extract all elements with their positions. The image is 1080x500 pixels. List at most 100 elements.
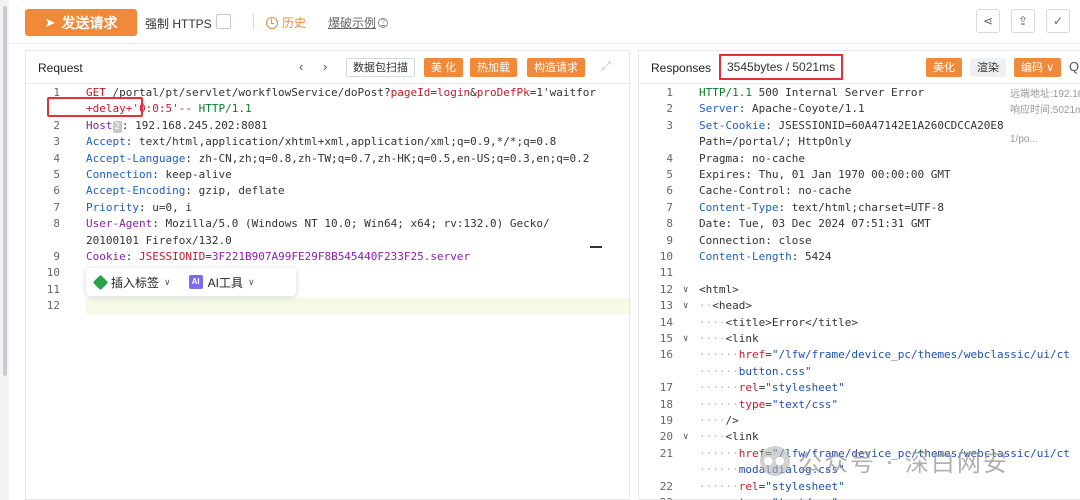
watermark: ●● 公众号 · 深白网安 (760, 443, 1009, 478)
code-token: Path=/portal/; HttpOnly (699, 135, 852, 149)
code-text: ····<link (699, 331, 759, 347)
response-beautify-button[interactable]: 美化 (926, 58, 962, 77)
line-number: 7 (53, 200, 60, 214)
line-number: 5 (666, 168, 673, 181)
code-line: 12 (26, 298, 629, 314)
check-icon[interactable]: ✓ (1046, 9, 1070, 33)
response-editor[interactable]: 1 HTTP/1.1 500 Internal Server Error 2 Serv… (639, 85, 1080, 500)
line-number: 12 (46, 299, 60, 313)
code-line: 22 ······rel="stylesheet" (639, 479, 1080, 495)
code-text: Expires: Thu, 01 Jan 1970 00:00:00 GMT (699, 167, 951, 183)
line-number: 13 (659, 299, 673, 313)
left-scrollbar[interactable] (0, 0, 9, 500)
code-text: Accept-Language: zh-CN,zh;q=0.8,zh-TW;q=… (86, 151, 589, 167)
code-text: ······rel="stylesheet" (699, 479, 845, 495)
code-token: Content-Type (699, 200, 779, 214)
send-request-button[interactable]: ➤ 发送请求 (25, 9, 137, 36)
code-line: 3 Accept: text/html,application/xhtml+xml… (26, 134, 629, 150)
line-number: 11 (659, 266, 673, 280)
code-line: 15 ∨ ····<link (639, 331, 1080, 347)
code-line: 8 Date: Tue, 03 Dec 2024 07:51:31 GMT (639, 216, 1080, 232)
editor-cursor (590, 246, 602, 248)
code-token: 20100101 Firefox/132.0 (86, 233, 232, 247)
blast-example-link[interactable]: 爆破示例 ? (328, 14, 389, 31)
code-token: HTTP/1.1 (198, 102, 252, 116)
clock-icon (266, 16, 278, 29)
scroll-thumb[interactable] (3, 6, 7, 376)
code-token: <link (725, 430, 759, 444)
insert-tag-button[interactable]: 插入标签 ∨ (86, 274, 180, 291)
line-number: 8 (666, 217, 673, 231)
code-text: Set-Cookie: JSESSIONID=60A47142E1A260CDC… (699, 118, 1004, 134)
code-token: proDefPk (476, 86, 530, 99)
hotload-button[interactable]: 热加载 (470, 58, 517, 77)
code-line: 6 Accept-Encoding: gzip, deflate (26, 183, 629, 199)
upload-icon[interactable]: ⇪ (1011, 9, 1035, 33)
ai-icon: AI (188, 275, 203, 289)
fold-icon[interactable]: ∨ (683, 331, 688, 347)
line-number: 22 (659, 479, 673, 493)
ai-tools-button[interactable]: AI AI工具 ∨ (180, 274, 264, 291)
fold-icon[interactable]: ∨ (683, 298, 688, 314)
line-number: 14 (659, 315, 673, 329)
code-token: Cookie (86, 250, 126, 263)
code-token: : zh-CN,zh;q=0.8,zh-TW;q=0.7,zh-HK;q=0.5… (185, 151, 590, 165)
line-number: 15 (659, 332, 673, 345)
search-icon[interactable]: Q (1069, 59, 1079, 74)
code-text: GET /portal/pt/servlet/workflowService/d… (86, 85, 596, 101)
divider (253, 14, 254, 30)
code-text: Priority: u=0, i (86, 200, 192, 216)
line-number: 9 (666, 233, 673, 247)
fold-icon[interactable]: ∨ (683, 282, 688, 298)
line-number: 2 (53, 118, 60, 132)
code-line: ······button.css" (639, 364, 1080, 380)
history-label: 历史 (282, 16, 307, 30)
code-token: href (738, 348, 766, 362)
code-token: & (470, 86, 477, 99)
blast-label: 爆破示例 (328, 16, 377, 30)
code-token: Expires: Thu, 01 Jan 1970 00:00:00 GMT (699, 168, 951, 181)
code-text: Cookie: JSESSIONID=3F221B907A99FE29F8B54… (86, 249, 470, 265)
code-line: 11 (639, 265, 1080, 281)
code-token: Accept-Language (86, 151, 186, 165)
packet-scan-button[interactable]: 数据包扫描 (346, 58, 415, 77)
code-token: <title>Error</title> (725, 315, 858, 329)
send-icon: ➤ (44, 14, 56, 30)
code-token: = (765, 348, 772, 362)
code-line: 8 User-Agent: Mozilla/5.0 (Windows NT 10.… (26, 216, 629, 232)
code-token: : text/html;charset=UTF-8 (778, 200, 945, 214)
construct-request-button[interactable]: 构造请求 (527, 58, 585, 77)
code-token: = (205, 250, 212, 263)
expand-icon[interactable]: ⤢ (602, 60, 611, 73)
code-token: = (765, 496, 772, 500)
code-token: ·· (699, 299, 713, 313)
fold-icon[interactable]: ∨ (683, 429, 688, 445)
share-icon[interactable]: ⋖ (976, 9, 1000, 33)
send-label: 发送请求 (61, 14, 118, 31)
beautify-button[interactable]: 美 化 (424, 58, 464, 77)
code-token: Host (86, 118, 113, 132)
code-token: ······ (699, 381, 739, 395)
encoding-dropdown[interactable]: 编码 ∨ (1014, 58, 1062, 77)
code-token: ······ (699, 463, 739, 477)
code-line: 7 Content-Type: text/html;charset=UTF-8 (639, 200, 1080, 216)
next-arrow-icon[interactable]: › (323, 59, 327, 74)
code-line: 5 Connection: keep-alive (26, 167, 629, 183)
payload-highlight (47, 97, 143, 117)
prev-arrow-icon[interactable]: ‹ (299, 59, 303, 74)
line-number: 21 (659, 446, 673, 460)
code-token: ······ (699, 446, 739, 460)
render-button[interactable]: 渲染 (970, 58, 1006, 77)
code-token: rel (738, 381, 759, 395)
code-text: ······button.css" (699, 364, 812, 380)
line-number: 9 (53, 250, 60, 263)
code-text: Date: Tue, 03 Dec 2024 07:51:31 GMT (699, 216, 931, 232)
code-text: Accept: text/html,application/xhtml+xml,… (86, 134, 556, 150)
history-link[interactable]: 历史 (266, 14, 306, 31)
code-text: <html> (699, 282, 739, 298)
code-text: ······rel="stylesheet" (699, 380, 845, 396)
code-token: : Apache-Coyote/1.1 (738, 102, 865, 116)
help-icon: ? (378, 17, 389, 28)
code-token: Server (699, 102, 739, 116)
force-https-checkbox[interactable] (216, 14, 231, 29)
